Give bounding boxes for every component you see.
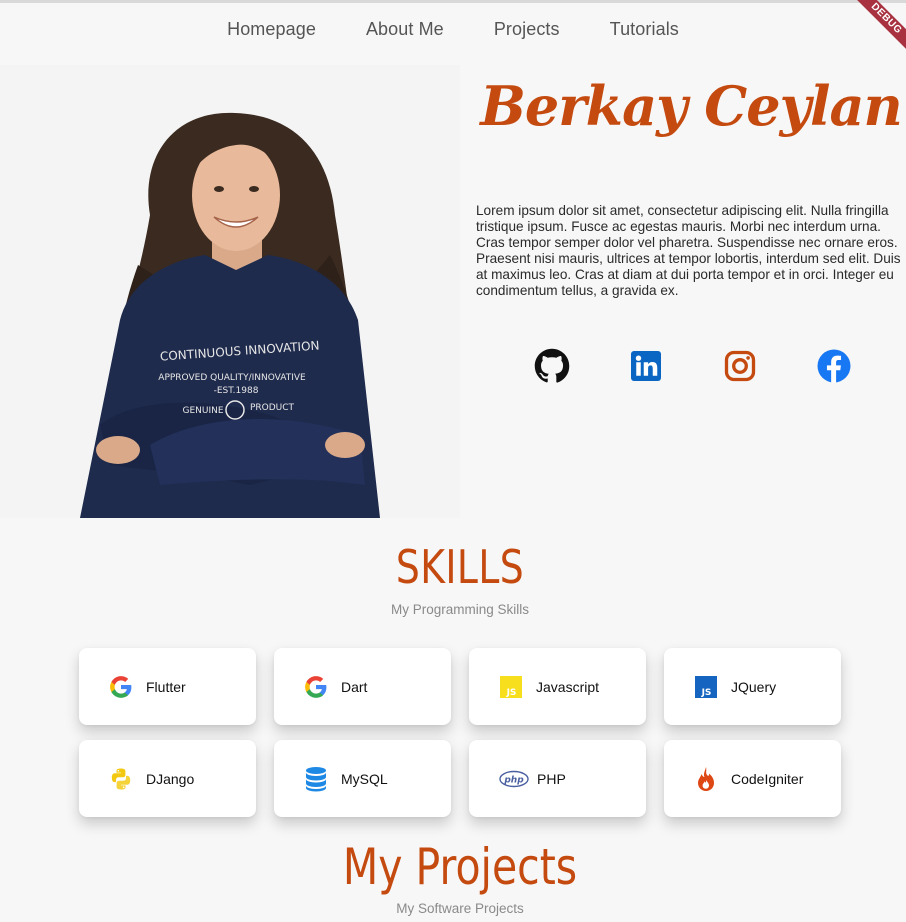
nav-homepage[interactable]: Homepage [202,14,341,44]
svg-text:JS: JS [506,688,517,698]
profile-photo-illustration: CONTINUOUS INNOVATION APPROVED QUALITY/I… [0,65,460,518]
skill-label: DJango [146,770,195,787]
skill-label: Dart [341,678,368,695]
linkedin-icon[interactable] [628,348,664,384]
debug-banner: DEBUG [846,0,906,60]
skills-grid: Flutter Dart JS Javascript JS JQuery DJa… [79,648,841,817]
top-divider [0,0,906,3]
php-icon: php [499,766,529,792]
shirt-text-line4: GENUINE [182,406,223,416]
python-icon [108,766,134,792]
skills-subtitle: My Programming Skills [390,602,530,617]
debug-banner-label: DEBUG [846,0,906,60]
top-nav: Homepage About Me Projects Tutorials [0,14,906,44]
skill-card-jquery[interactable]: JS JQuery [664,648,841,725]
skill-label: MySQL [341,770,388,787]
google-icon [108,674,134,700]
profile-photo: CONTINUOUS INNOVATION APPROVED QUALITY/I… [0,65,460,518]
skill-card-dart[interactable]: Dart [274,648,451,725]
skill-card-mysql[interactable]: MySQL [274,740,451,817]
shirt-text-line3: -EST.1988 [214,386,259,396]
codeigniter-flame-icon [693,766,719,792]
social-links [534,348,854,384]
profile-bio: Lorem ipsum dolor sit amet, consectetur … [476,203,901,298]
skill-card-flutter[interactable]: Flutter [79,648,256,725]
skills-title: SKILLS [395,540,525,594]
js-square-icon: JS [693,674,719,700]
skill-label: Flutter [146,678,186,695]
github-icon[interactable] [534,348,570,384]
nav-projects[interactable]: Projects [469,14,585,44]
projects-title: My Projects [342,838,578,896]
nav-about-me[interactable]: About Me [341,14,469,44]
projects-subtitle: My Software Projects [396,901,524,916]
skill-label: Javascript [536,678,600,695]
javascript-icon: JS [498,674,524,700]
nav-tutorials[interactable]: Tutorials [585,14,704,44]
svg-text:php: php [503,775,524,785]
skill-label: CodeIgniter [731,770,804,787]
google-icon [303,674,329,700]
database-icon [303,766,329,792]
svg-text:JS: JS [701,688,712,698]
skill-card-php[interactable]: php PHP [469,740,646,817]
skill-label: PHP [537,770,566,787]
shirt-text-line5: PRODUCT [250,403,295,413]
shirt-text-line2: APPROVED QUALITY/INNOVATIVE [158,373,306,383]
profile-name: Berkay Ceylan [480,74,903,138]
skill-card-codeigniter[interactable]: CodeIgniter [664,740,841,817]
instagram-icon[interactable] [722,348,758,384]
facebook-icon[interactable] [816,348,852,384]
skill-label: JQuery [731,678,777,695]
skill-card-django[interactable]: DJango [79,740,256,817]
skill-card-javascript[interactable]: JS Javascript [469,648,646,725]
